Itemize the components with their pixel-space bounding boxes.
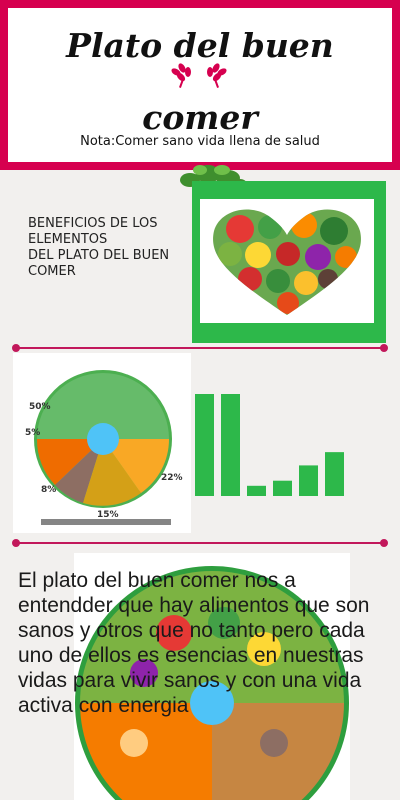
section-divider (12, 539, 388, 547)
description-paragraph: El plato del buen comer nos a entendder … (18, 569, 370, 717)
plate-diagram-graphic (34, 370, 172, 525)
divider-dot (12, 344, 20, 352)
benefits-line: COMER (28, 264, 76, 279)
header-card: Plato del buen comer Nota:Comer sano vid… (8, 8, 392, 162)
bar (221, 394, 240, 496)
bar (299, 465, 318, 496)
benefits-heading: BENEFICIOS DE LOS ELEMENTOS DEL PLATO DE… (28, 216, 188, 280)
percent-label: 15% (97, 510, 119, 520)
percent-label: 50% (29, 402, 51, 412)
header-banner: Plato del buen comer Nota:Comer sano vid… (0, 0, 400, 170)
plate-diagram: 50% 5% 8% 15% 22% (13, 353, 191, 533)
bar (325, 452, 344, 496)
percent-label: 8% (41, 485, 57, 495)
divider-dot (380, 539, 388, 547)
subtitle: Nota:Comer sano vida llena de salud (80, 134, 320, 149)
divider-dot (12, 539, 20, 547)
benefits-line: DEL PLATO DEL BUEN (28, 248, 170, 263)
bar (195, 394, 214, 496)
benefits-line: ELEMENTOS (28, 232, 108, 247)
divider-dot (380, 344, 388, 352)
percent-label: 22% (161, 473, 183, 483)
bar (273, 480, 292, 496)
percent-label: 5% (25, 428, 41, 438)
wheat-leaf-icon (171, 63, 227, 88)
heart-image-card (200, 199, 374, 323)
heart-image-frame (192, 181, 386, 343)
benefits-line: BENEFICIOS DE LOS (28, 216, 158, 231)
bar (247, 485, 266, 496)
bar-chart (195, 394, 344, 496)
vegetable-heart-image (213, 209, 361, 315)
section-divider (12, 344, 388, 352)
